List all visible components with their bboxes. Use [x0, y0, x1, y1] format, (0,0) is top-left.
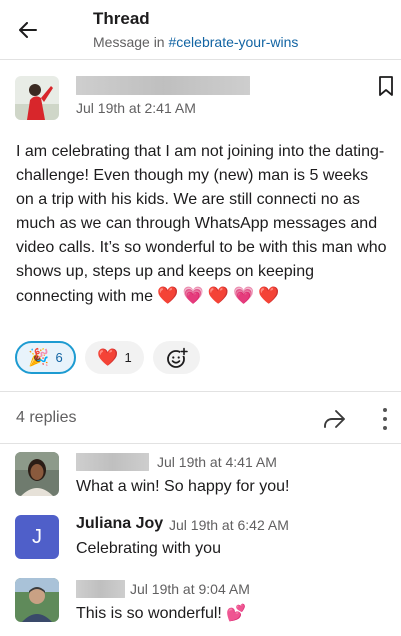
- subtitle-prefix: Message in: [93, 34, 165, 50]
- reply-text: This is so wonderful! 💕: [76, 603, 246, 623]
- heart-icon: ❤️: [97, 347, 119, 367]
- party-popper-icon: 🎉: [28, 347, 50, 367]
- redacted-author-name: [76, 76, 250, 95]
- channel-link[interactable]: #celebrate-your-wins: [168, 34, 298, 50]
- heart-emoji: ❤️: [157, 286, 179, 305]
- reply-text-content: This is so wonderful!: [76, 605, 222, 622]
- avatar[interactable]: [15, 578, 59, 622]
- heart-emoji: ❤️: [258, 286, 280, 305]
- divider: [0, 443, 401, 444]
- reply-timestamp[interactable]: Jul 19th at 4:41 AM: [157, 454, 277, 470]
- reaction-count: 6: [55, 350, 63, 365]
- reaction-party-button[interactable]: 🎉 6: [15, 341, 76, 374]
- redacted-author-name: [76, 453, 149, 471]
- avatar-initial: J: [32, 525, 42, 548]
- reply-timestamp[interactable]: Jul 19th at 6:42 AM: [169, 517, 289, 533]
- reply-text: What a win! So happy for you!: [76, 478, 290, 495]
- arrow-left-icon: [19, 22, 37, 38]
- reaction-count: 1: [124, 350, 132, 365]
- header-subtitle: Message in #celebrate-your-wins: [93, 34, 298, 50]
- bookmark-icon[interactable]: [376, 75, 396, 97]
- reply-text: Celebrating with you: [76, 540, 221, 557]
- add-emoji-icon: [166, 347, 188, 368]
- share-icon[interactable]: [321, 407, 347, 431]
- add-reaction-button[interactable]: [153, 341, 200, 374]
- two-hearts-emoji: 💕: [226, 605, 247, 622]
- reaction-heart-button[interactable]: ❤️ 1: [85, 341, 144, 374]
- redacted-author-name: [76, 580, 125, 598]
- replies-count: 4 replies: [16, 409, 77, 426]
- heart-emoji: 💗: [182, 286, 204, 305]
- divider: [0, 391, 401, 392]
- avatar[interactable]: J: [15, 515, 59, 559]
- avatar-photo: [15, 452, 59, 496]
- avatar-photo: [15, 578, 59, 622]
- message-timestamp[interactable]: Jul 19th at 2:41 AM: [76, 100, 196, 116]
- heart-emoji: ❤️: [207, 286, 229, 305]
- heart-emoji: 💗: [232, 286, 255, 305]
- more-options-icon[interactable]: [378, 405, 392, 433]
- heart-emojis: ❤️ 💗 ❤️ 💗 ❤️: [157, 286, 283, 305]
- reply-timestamp[interactable]: Jul 19th at 9:04 AM: [130, 581, 250, 597]
- page-title: Thread: [93, 9, 150, 28]
- message-body: I am celebrating that I am not joining i…: [16, 140, 390, 309]
- reply-author-name[interactable]: Juliana Joy: [76, 515, 163, 533]
- avatar-photo: [15, 76, 59, 120]
- thread-header: Thread Message in #celebrate-your-wins: [0, 0, 401, 60]
- back-button[interactable]: [14, 16, 42, 44]
- message-text: I am celebrating that I am not joining i…: [16, 143, 387, 305]
- avatar[interactable]: [15, 452, 59, 496]
- avatar[interactable]: [15, 76, 59, 120]
